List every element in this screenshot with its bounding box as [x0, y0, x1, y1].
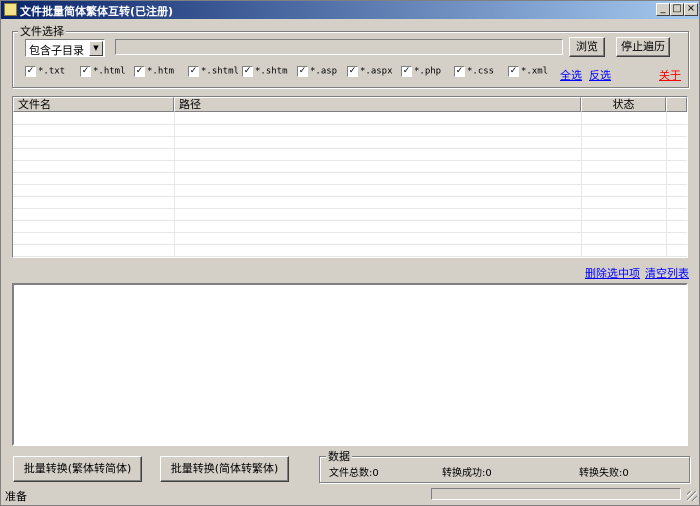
grid-line	[13, 220, 687, 221]
title-bar[interactable]: 文件批量简体繁体互转(已注册) _ □ ×	[1, 1, 699, 19]
checkbox-check-icon[interactable]: ✓	[188, 66, 199, 77]
about-link[interactable]: 关于	[659, 67, 681, 83]
maximize-button[interactable]: □	[670, 3, 684, 16]
grid-line	[174, 112, 175, 257]
checkbox-check-icon[interactable]: ✓	[242, 66, 253, 77]
grid-line	[13, 232, 687, 233]
total-files-value: 0	[372, 468, 379, 479]
grid-line	[13, 148, 687, 149]
grid-line	[13, 196, 687, 197]
ext-checkbox-css[interactable]: ✓ *.css	[454, 66, 494, 80]
grid-line	[13, 256, 687, 257]
grid-line	[13, 184, 687, 185]
delete-selected-link[interactable]: 删除选中项	[585, 265, 640, 281]
grid-line	[581, 112, 582, 257]
grid-line	[13, 244, 687, 245]
grid-line	[666, 112, 667, 257]
column-header-path[interactable]: 路径	[174, 97, 581, 112]
ext-checkbox-php[interactable]: ✓ *.php	[401, 66, 441, 80]
column-header-status[interactable]: 状态	[581, 97, 666, 112]
fail-stat: 转换失败:0	[579, 468, 629, 479]
grid-line	[13, 172, 687, 173]
checkbox-check-icon[interactable]: ✓	[297, 66, 308, 77]
select-all-link[interactable]: 全选	[560, 67, 582, 83]
browse-button[interactable]: 浏览	[569, 37, 605, 57]
stop-traverse-button[interactable]: 停止遍历	[616, 37, 670, 57]
simp-to-trad-button[interactable]: 批量转换(简体转繁体)	[160, 456, 289, 482]
column-header-filler	[666, 97, 687, 112]
checkbox-check-icon[interactable]: ✓	[25, 66, 36, 77]
log-area[interactable]	[12, 283, 688, 446]
column-header-filename[interactable]: 文件名	[13, 97, 174, 112]
trad-to-simp-button[interactable]: 批量转换(繁体转简体)	[13, 456, 142, 482]
file-list[interactable]: 文件名 路径 状态	[12, 96, 688, 258]
stats-group-label: 数据	[326, 448, 352, 464]
ext-checkbox-aspx[interactable]: ✓ *.aspx	[347, 66, 393, 80]
checkbox-check-icon[interactable]: ✓	[508, 66, 519, 77]
ext-checkbox-shtm[interactable]: ✓ *.shtm	[242, 66, 288, 80]
status-bar: 准备	[1, 485, 699, 505]
total-files-stat: 文件总数:0	[329, 468, 379, 479]
subdir-select-value: 包含子目录	[29, 44, 84, 57]
minimize-button[interactable]: _	[656, 3, 670, 16]
file-select-group-label: 文件选择	[18, 23, 66, 39]
ext-checkbox-asp[interactable]: ✓ *.asp	[297, 66, 337, 80]
window-title: 文件批量简体繁体互转(已注册)	[20, 5, 174, 18]
progress-bar	[431, 488, 681, 500]
grid-line	[13, 208, 687, 209]
checkbox-check-icon[interactable]: ✓	[454, 66, 465, 77]
grid-line	[13, 136, 687, 137]
grid-line	[13, 160, 687, 161]
success-value: 0	[485, 468, 492, 479]
ext-checkbox-html[interactable]: ✓ *.html	[80, 66, 126, 80]
app-icon	[4, 3, 17, 16]
ext-checkbox-xml[interactable]: ✓ *.xml	[508, 66, 548, 80]
main-window: 文件批量简体繁体互转(已注册) _ □ × 文件选择 包含子目录 ▼ 浏览 停止…	[0, 0, 700, 506]
file-list-header: 文件名 路径 状态	[13, 97, 687, 112]
subdir-select[interactable]: 包含子目录 ▼	[25, 39, 105, 57]
fail-value: 0	[622, 468, 629, 479]
ext-checkbox-htm[interactable]: ✓ *.htm	[134, 66, 174, 80]
success-stat: 转换成功:0	[442, 468, 492, 479]
ext-checkbox-shtml[interactable]: ✓ *.shtml	[188, 66, 239, 80]
status-text: 准备	[5, 490, 27, 503]
close-button[interactable]: ×	[684, 3, 698, 16]
invert-selection-link[interactable]: 反选	[589, 67, 611, 83]
chevron-down-icon[interactable]: ▼	[89, 41, 103, 56]
clear-list-link[interactable]: 清空列表	[645, 265, 689, 281]
path-field[interactable]	[115, 39, 563, 55]
checkbox-check-icon[interactable]: ✓	[347, 66, 358, 77]
checkbox-check-icon[interactable]: ✓	[134, 66, 145, 77]
checkbox-check-icon[interactable]: ✓	[80, 66, 91, 77]
ext-checkbox-txt[interactable]: ✓ *.txt	[25, 66, 65, 80]
resize-grip-icon[interactable]	[687, 491, 697, 501]
grid-line	[13, 124, 687, 125]
checkbox-check-icon[interactable]: ✓	[401, 66, 412, 77]
